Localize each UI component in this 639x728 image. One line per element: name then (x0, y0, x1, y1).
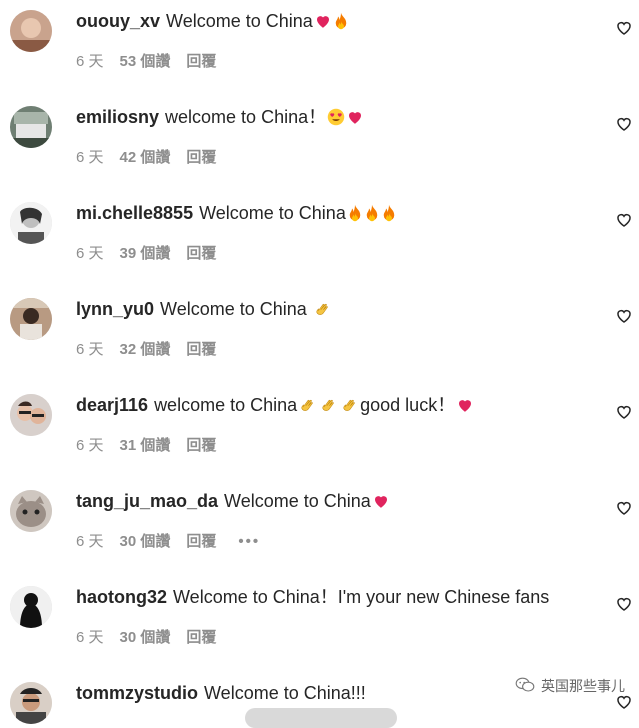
avatar[interactable] (10, 490, 52, 532)
comment-time: 6 天 (76, 629, 104, 646)
heart-emoji-icon (314, 12, 332, 36)
heart-emoji-icon (456, 396, 474, 420)
comment-username[interactable]: tommzystudio (76, 683, 198, 703)
reply-button[interactable]: 回覆 (186, 148, 216, 168)
comment-item: tang_ju_mao_da Welcome to China 6 天 30 個讚… (0, 480, 639, 576)
comment-item: emiliosny welcome to China！ 6 天 42 個讚 回覆 (0, 96, 639, 192)
comment-likes[interactable]: 30 個讚 (120, 628, 171, 648)
comment-likes[interactable]: 31 個讚 (120, 436, 171, 456)
reply-button[interactable]: 回覆 (186, 244, 216, 264)
comment-text: Welcome to China (199, 203, 346, 223)
comment-text: welcome to China (154, 395, 298, 415)
heart-outline-icon[interactable] (615, 211, 633, 229)
comment-time: 6 天 (76, 533, 104, 550)
comment-time: 6 天 (76, 341, 104, 358)
clap-emoji-icon (298, 396, 318, 420)
comment-username[interactable]: haotong32 (76, 587, 167, 607)
comment-likes[interactable]: 53 個讚 (120, 52, 171, 72)
comment-username[interactable]: dearj116 (76, 395, 148, 415)
comment-text: Welcome to China！I'm your new Chinese fa… (173, 587, 550, 607)
heart-outline-icon[interactable] (615, 499, 633, 517)
comment-likes[interactable]: 42 個讚 (120, 148, 171, 168)
reply-button[interactable]: 回覆 (186, 340, 216, 360)
more-options-icon[interactable]: ••• (238, 532, 260, 552)
avatar[interactable] (10, 586, 52, 628)
heart-outline-icon[interactable] (615, 115, 633, 133)
comment-likes[interactable]: 39 個讚 (120, 244, 171, 264)
comment-text: Welcome to China (160, 299, 312, 319)
heart-emoji-icon (372, 492, 390, 516)
heart-eyes-emoji-icon (327, 108, 345, 132)
comment-time: 6 天 (76, 245, 104, 262)
clap-emoji-icon (313, 300, 333, 324)
heart-outline-icon[interactable] (615, 19, 633, 37)
comment-username[interactable]: ououy_xv (76, 11, 160, 31)
comment-item: dearj116 welcome to China good luck！ 6 天 3… (0, 384, 639, 480)
comment-likes[interactable]: 30 個讚 (120, 532, 171, 552)
comment-item: mi.chelle8855 Welcome to China 6 天 39 個讚 … (0, 192, 639, 288)
scroll-indicator (245, 708, 397, 728)
avatar[interactable] (10, 106, 52, 148)
comment-likes[interactable]: 32 個讚 (120, 340, 171, 360)
avatar[interactable] (10, 394, 52, 436)
wechat-icon (515, 677, 535, 696)
comment-text: Welcome to China (166, 11, 313, 31)
comment-text-continued: good luck！ (360, 395, 456, 415)
comment-username[interactable]: tang_ju_mao_da (76, 491, 218, 511)
heart-outline-icon[interactable] (615, 307, 633, 325)
fire-emoji-icon (333, 12, 349, 36)
clap-emoji-icon (319, 396, 339, 420)
reply-button[interactable]: 回覆 (186, 436, 216, 456)
avatar[interactable] (10, 682, 52, 724)
heart-outline-icon[interactable] (615, 595, 633, 613)
comment-time: 6 天 (76, 437, 104, 454)
avatar[interactable] (10, 10, 52, 52)
fire-emoji-icon (364, 204, 380, 228)
heart-emoji-icon (346, 108, 364, 132)
comment-time: 6 天 (76, 149, 104, 166)
comment-item: lynn_yu0 Welcome to China 6 天 32 個讚 回覆 (0, 288, 639, 384)
fire-emoji-icon (347, 204, 363, 228)
avatar[interactable] (10, 202, 52, 244)
avatar[interactable] (10, 298, 52, 340)
reply-button[interactable]: 回覆 (186, 52, 216, 72)
comment-item: ououy_xv Welcome to China 6 天 53 個讚 回覆 (0, 0, 639, 96)
reply-button[interactable]: 回覆 (186, 532, 216, 552)
heart-outline-icon[interactable] (615, 403, 633, 421)
fire-emoji-icon (381, 204, 397, 228)
comment-text: Welcome to China!!! (204, 683, 366, 703)
reply-button[interactable]: 回覆 (186, 628, 216, 648)
comment-text: welcome to China！ (165, 107, 327, 127)
comment-time: 6 天 (76, 53, 104, 70)
clap-emoji-icon (340, 396, 360, 420)
comment-username[interactable]: mi.chelle8855 (76, 203, 193, 223)
comment-item: haotong32 Welcome to China！I'm your new C… (0, 576, 639, 672)
comment-text: Welcome to China (224, 491, 371, 511)
watermark-text: 英国那些事儿 (541, 678, 625, 694)
comment-username[interactable]: lynn_yu0 (76, 299, 154, 319)
comment-username[interactable]: emiliosny (76, 107, 159, 127)
watermark: 英国那些事儿 (515, 676, 625, 696)
